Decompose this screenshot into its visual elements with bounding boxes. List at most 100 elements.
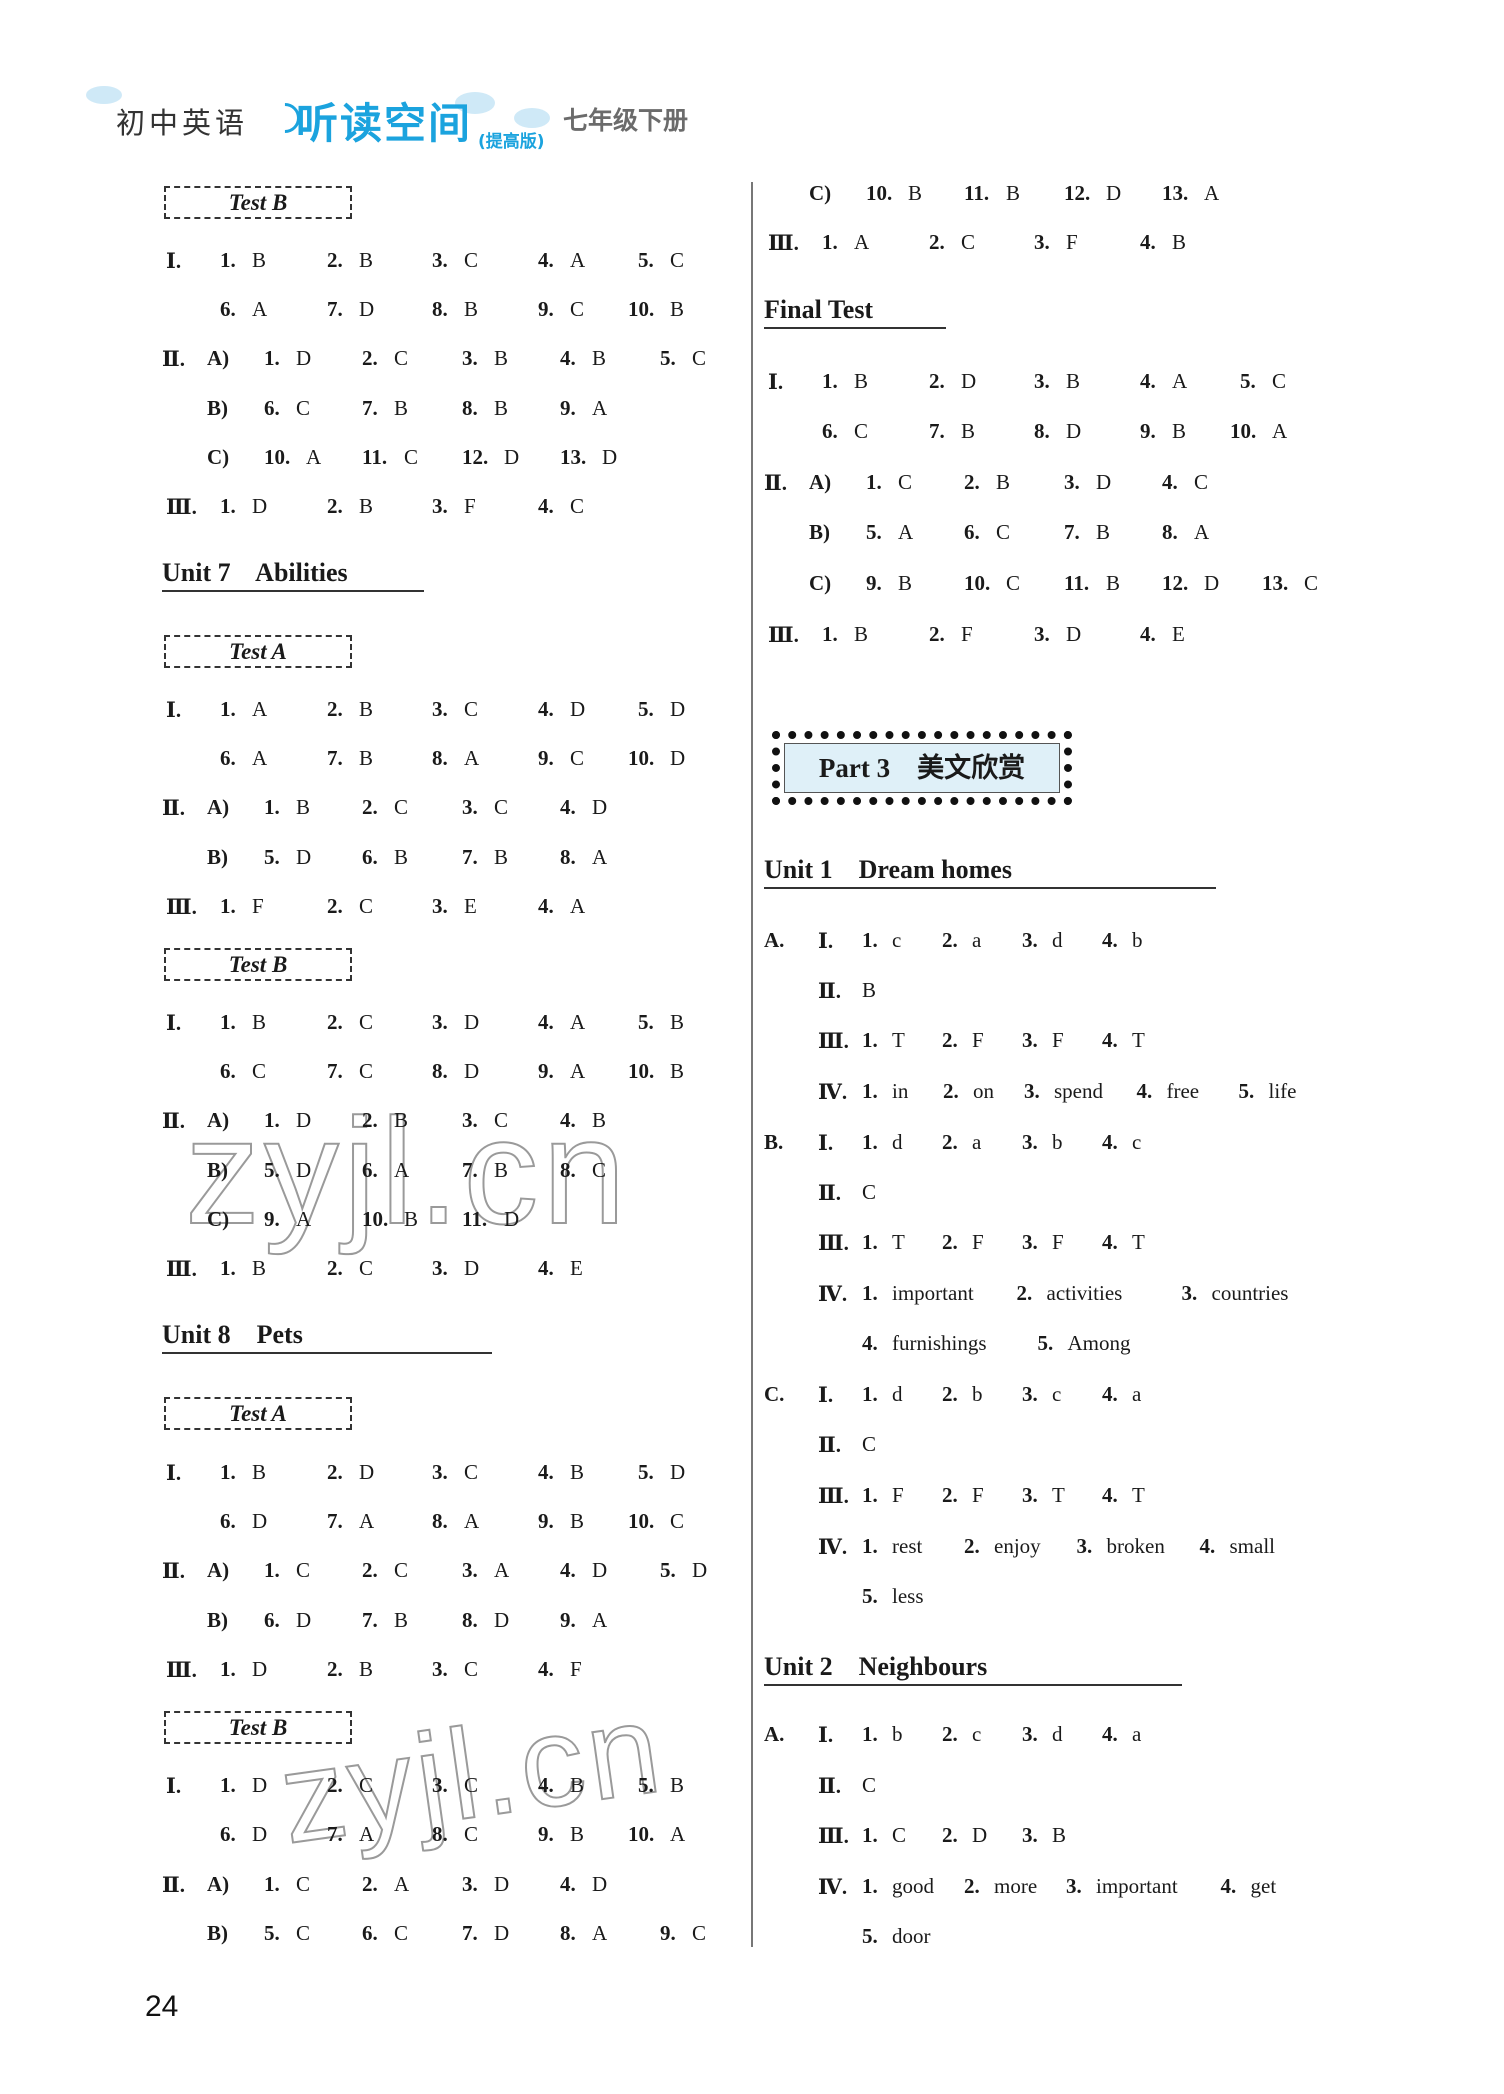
question-number: 4.	[560, 1108, 576, 1132]
question-number: 1.	[862, 1028, 878, 1052]
answer-value: T	[892, 1230, 905, 1254]
answer-value: D	[592, 795, 608, 819]
question-number: 4.	[1140, 369, 1156, 393]
answer-value: A	[592, 396, 608, 420]
answer-value: D	[670, 1460, 686, 1484]
answer-value: activities	[1046, 1281, 1123, 1305]
question-number: 10.	[628, 1509, 655, 1533]
answer-row: B) 5. A 6. C 7. B 8. A	[764, 520, 1324, 550]
answer-value: B	[494, 1158, 509, 1182]
question-number: 4.	[1102, 1028, 1118, 1052]
question-number: 1.	[264, 795, 280, 819]
answer-value: D	[504, 1207, 520, 1231]
answer-value: C	[1194, 470, 1209, 494]
answer-value: C	[1006, 571, 1021, 595]
question-number: 4.	[1102, 1130, 1118, 1154]
answer-row: 6. C 7. B 8. D 9. B 10. A	[764, 419, 1324, 449]
answer-value: a	[972, 928, 982, 952]
question-number: 5.	[660, 346, 676, 370]
question-number: 5.	[638, 1773, 654, 1797]
answer-value: B	[359, 1657, 374, 1681]
answer-value: A	[1272, 419, 1288, 443]
subsection-label: C)	[207, 445, 230, 469]
passage-letter: A.	[764, 1722, 785, 1746]
section-numeral: Ⅱ.	[162, 1873, 185, 1897]
question-number: 2.	[942, 1483, 958, 1507]
answer-value: good	[892, 1874, 934, 1898]
question-number: 8.	[462, 396, 478, 420]
question-number: 4.	[538, 1773, 554, 1797]
answer-value: C	[854, 419, 869, 443]
question-number: 8.	[462, 1608, 478, 1632]
answer-value: F	[972, 1028, 984, 1052]
answer-value: D	[359, 297, 375, 321]
series-title: 初中英语	[116, 106, 249, 140]
question-number: 4.	[1102, 1722, 1118, 1746]
answer-row: Ⅱ. A) 1. C 2. A 3. D 4. D	[162, 1872, 722, 1902]
question-number: 1.	[220, 697, 236, 721]
subsection-label: A)	[207, 1108, 230, 1132]
answer-value: F	[972, 1483, 984, 1507]
answer-value: c	[1052, 1382, 1062, 1406]
answer-value: b	[1052, 1130, 1063, 1154]
answer-value: A	[570, 1059, 586, 1083]
answer-value: A	[592, 1608, 608, 1632]
answer-value: C	[570, 746, 585, 770]
answer-row: Ⅱ. C	[764, 1773, 1364, 1803]
question-number: 2.	[929, 622, 945, 646]
logo-subtitle: (提高版)	[478, 132, 545, 152]
test-label: Test B	[164, 1711, 352, 1744]
answer-value: D	[1106, 181, 1122, 205]
question-number: 9.	[538, 297, 554, 321]
answer-value: C	[862, 1773, 877, 1797]
answer-row: Ⅰ. 1. A 2. B 3. C 4. D 5. D	[162, 697, 722, 727]
question-number: 6.	[362, 1158, 378, 1182]
question-number: 1.	[220, 1256, 236, 1280]
question-number: 2.	[942, 1130, 958, 1154]
question-number: 2.	[942, 1823, 958, 1847]
answer-row: C. Ⅰ. 1. d 2. b 3. c 4. a	[764, 1382, 1364, 1412]
answer-value: A	[252, 746, 268, 770]
subsection-label: A)	[809, 470, 832, 494]
answer-value: C	[862, 1180, 877, 1204]
question-number: 9.	[538, 1822, 554, 1846]
section-numeral: Ⅲ.	[768, 231, 799, 255]
subsection-label: B)	[207, 845, 228, 869]
question-number: 1.	[264, 1558, 280, 1582]
answer-value: spend	[1054, 1079, 1103, 1103]
answer-value: D	[592, 1872, 608, 1896]
answer-value: E	[570, 1256, 583, 1280]
answer-value: d	[1052, 1722, 1063, 1746]
answer-row: Ⅲ. 1. B 2. C 3. D 4. E	[162, 1256, 722, 1286]
answer-row: B) 6. C 7. B 8. B 9. A	[162, 396, 722, 426]
answer-value: A	[252, 697, 268, 721]
question-number: 7.	[362, 1608, 378, 1632]
question-number: 11.	[964, 181, 990, 205]
part3-banner: Part 3 美文欣赏	[772, 731, 1072, 805]
answer-value: more	[994, 1874, 1038, 1898]
question-number: 12.	[1162, 571, 1189, 595]
answer-value: D	[464, 1256, 480, 1280]
section-numeral: Ⅲ.	[818, 1029, 849, 1053]
answer-row: B) 5. D 6. A 7. B 8. C	[162, 1158, 722, 1188]
answer-value: C	[692, 346, 707, 370]
question-number: 4.	[560, 1558, 576, 1582]
answer-value: B	[359, 746, 374, 770]
question-number: 7.	[327, 1822, 343, 1846]
answer-value: B	[404, 1207, 419, 1231]
question-number: 5.	[264, 845, 280, 869]
answer-row: Ⅲ. 1. T 2. F 3. F 4. T	[764, 1230, 1364, 1260]
section-numeral: Ⅰ.	[818, 929, 834, 953]
question-number: 1.	[862, 1823, 878, 1847]
answer-row: Ⅰ. 1. B 2. B 3. C 4. A 5. C	[162, 248, 722, 278]
question-number: 3.	[432, 697, 448, 721]
question-number: 2.	[964, 1534, 980, 1558]
question-number: 2.	[943, 1079, 959, 1103]
section-numeral: Ⅱ.	[162, 796, 185, 820]
answer-value: D	[464, 1010, 480, 1034]
answer-value: A	[394, 1158, 410, 1182]
question-number: 7.	[462, 1158, 478, 1182]
answer-value: C	[296, 1921, 311, 1945]
answer-value: A	[306, 445, 322, 469]
question-number: 1.	[220, 494, 236, 518]
